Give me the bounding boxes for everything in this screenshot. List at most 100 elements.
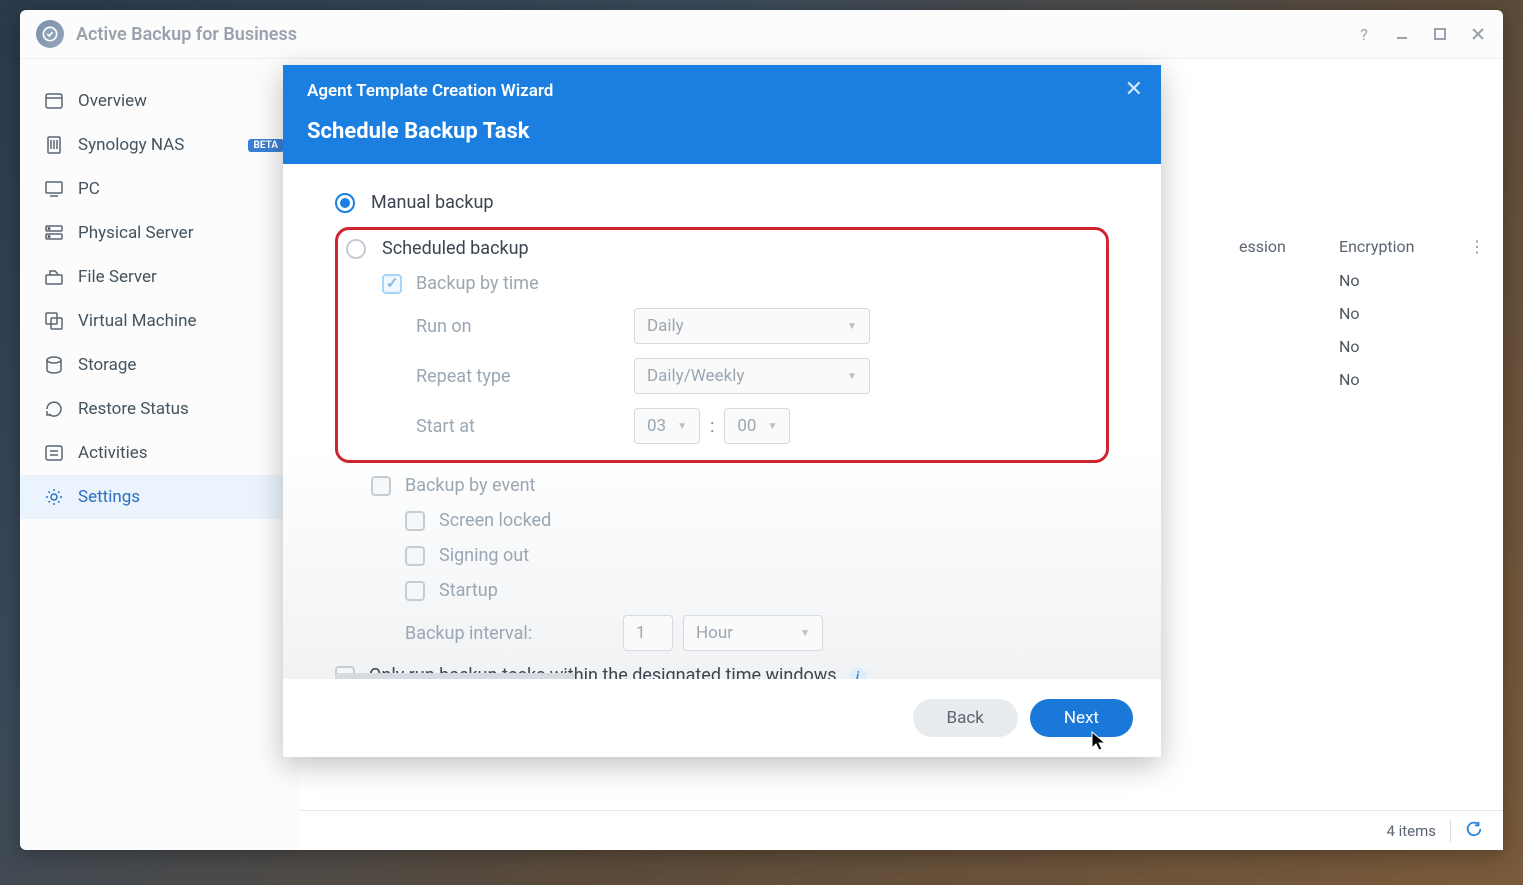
sidebar-item-physical-server[interactable]: Physical Server (20, 211, 300, 255)
window-controls: ? (1355, 25, 1487, 43)
sidebar-item-synology-nas[interactable]: Synology NAS BETA (20, 123, 300, 167)
sidebar-item-storage[interactable]: Storage (20, 343, 300, 387)
modal-header: Agent Template Creation Wizard Schedule … (283, 65, 1161, 164)
backup-by-time-row[interactable]: Backup by time (382, 273, 1094, 294)
file-server-icon (44, 267, 64, 287)
column-header-session[interactable]: ession (1225, 229, 1325, 264)
chevron-down-icon: ▼ (767, 421, 777, 432)
run-on-label: Run on (416, 316, 634, 337)
modal-footer: Back Next (283, 679, 1161, 757)
activities-icon (44, 443, 64, 463)
maximize-icon[interactable] (1431, 25, 1449, 43)
help-icon[interactable]: ? (1355, 25, 1373, 43)
next-button[interactable]: Next (1030, 699, 1133, 737)
sidebar-label: Synology NAS (78, 135, 184, 155)
scheduled-backup-radio-row[interactable]: Scheduled backup (346, 238, 1094, 259)
footer-bar: 4 items (300, 810, 1503, 850)
screen-locked-row[interactable]: Screen locked (405, 510, 1109, 531)
chevron-down-icon: ▼ (847, 371, 857, 382)
sidebar-item-activities[interactable]: Activities (20, 431, 300, 475)
sidebar-item-settings[interactable]: Settings (20, 475, 300, 519)
start-hour-select[interactable]: 03 ▼ (634, 408, 700, 444)
backup-interval-unit-select[interactable]: Hour ▼ (683, 615, 823, 651)
sidebar: Overview Synology NAS BETA PC Physical S… (20, 59, 300, 850)
back-button[interactable]: Back (913, 699, 1018, 737)
sidebar-label: Settings (78, 487, 140, 507)
wizard-title: Agent Template Creation Wizard (307, 81, 1137, 101)
scheduled-backup-radio[interactable] (346, 239, 366, 259)
storage-icon (44, 355, 64, 375)
refresh-icon[interactable] (1465, 820, 1483, 842)
start-minute-select[interactable]: 00 ▼ (724, 408, 790, 444)
highlight-box: Scheduled backup Backup by time Run on D… (335, 227, 1109, 463)
repeat-type-label: Repeat type (416, 366, 634, 387)
overview-icon (44, 91, 64, 111)
manual-backup-radio[interactable] (335, 193, 355, 213)
section-title: Schedule Backup Task (307, 119, 1137, 144)
backup-by-event-checkbox[interactable] (371, 476, 391, 496)
app-icon (36, 20, 64, 48)
signing-out-row[interactable]: Signing out (405, 545, 1109, 566)
sidebar-item-virtual-machine[interactable]: Virtual Machine (20, 299, 300, 343)
app-title: Active Backup for Business (76, 24, 1355, 45)
backup-by-event-label: Backup by event (405, 475, 535, 496)
modal-close-icon[interactable]: ✕ (1125, 77, 1143, 102)
close-icon[interactable] (1469, 25, 1487, 43)
sidebar-label: Overview (78, 91, 147, 111)
table-cell: No (1325, 363, 1455, 396)
time-colon: : (710, 416, 714, 437)
startup-checkbox[interactable] (405, 581, 425, 601)
sidebar-item-pc[interactable]: PC (20, 167, 300, 211)
table-cell: No (1325, 330, 1455, 363)
footer-count: 4 items (1386, 822, 1436, 840)
startup-label: Startup (439, 580, 498, 601)
manual-backup-radio-row[interactable]: Manual backup (335, 192, 1109, 213)
table-cell: No (1325, 297, 1455, 330)
repeat-type-row: Repeat type Daily/Weekly ▼ (416, 358, 1094, 394)
modal-body: Manual backup Scheduled backup Backup by… (283, 164, 1161, 679)
sidebar-label: Physical Server (78, 223, 193, 243)
nas-icon (44, 135, 64, 155)
wizard-modal: Agent Template Creation Wizard Schedule … (283, 65, 1161, 757)
column-header-encryption[interactable]: Encryption (1325, 229, 1455, 264)
sidebar-label: Virtual Machine (78, 311, 197, 331)
backup-by-event-row[interactable]: Backup by event (371, 475, 1109, 496)
sidebar-item-restore-status[interactable]: Restore Status (20, 387, 300, 431)
signing-out-checkbox[interactable] (405, 546, 425, 566)
backup-by-time-label: Backup by time (416, 273, 539, 294)
info-icon[interactable]: i (849, 667, 867, 680)
column-more-icon[interactable]: ⋮ (1455, 229, 1483, 264)
pc-icon (44, 179, 64, 199)
sidebar-label: Restore Status (78, 399, 189, 419)
server-icon (44, 223, 64, 243)
screen-locked-label: Screen locked (439, 510, 551, 531)
titlebar: Active Backup for Business ? (20, 10, 1503, 59)
run-on-row: Run on Daily ▼ (416, 308, 1094, 344)
repeat-type-select[interactable]: Daily/Weekly ▼ (634, 358, 870, 394)
sidebar-item-file-server[interactable]: File Server (20, 255, 300, 299)
manual-backup-label: Manual backup (371, 192, 493, 213)
chevron-down-icon: ▼ (800, 628, 810, 639)
table-remnant: ession Encryption ⋮ No No No No (1225, 229, 1483, 396)
modal-horizontal-scroll[interactable] (335, 673, 575, 679)
startup-row[interactable]: Startup (405, 580, 1109, 601)
minimize-icon[interactable] (1393, 25, 1411, 43)
settings-icon (44, 487, 64, 507)
sidebar-label: Storage (78, 355, 136, 375)
start-at-row: Start at 03 ▼ : 00 ▼ (416, 408, 1094, 444)
restore-icon (44, 399, 64, 419)
scheduled-backup-label: Scheduled backup (382, 238, 529, 259)
sidebar-item-overview[interactable]: Overview (20, 79, 300, 123)
signing-out-label: Signing out (439, 545, 529, 566)
vm-icon (44, 311, 64, 331)
beta-badge: BETA (248, 139, 285, 152)
backup-interval-input[interactable]: 1 (623, 615, 673, 651)
start-at-label: Start at (416, 416, 634, 437)
backup-interval-row: Backup interval: 1 Hour ▼ (405, 615, 1109, 651)
footer-separator (1450, 820, 1451, 842)
run-on-select[interactable]: Daily ▼ (634, 308, 870, 344)
backup-by-time-checkbox[interactable] (382, 274, 402, 294)
table-cell: No (1325, 264, 1455, 297)
screen-locked-checkbox[interactable] (405, 511, 425, 531)
chevron-down-icon: ▼ (847, 321, 857, 332)
